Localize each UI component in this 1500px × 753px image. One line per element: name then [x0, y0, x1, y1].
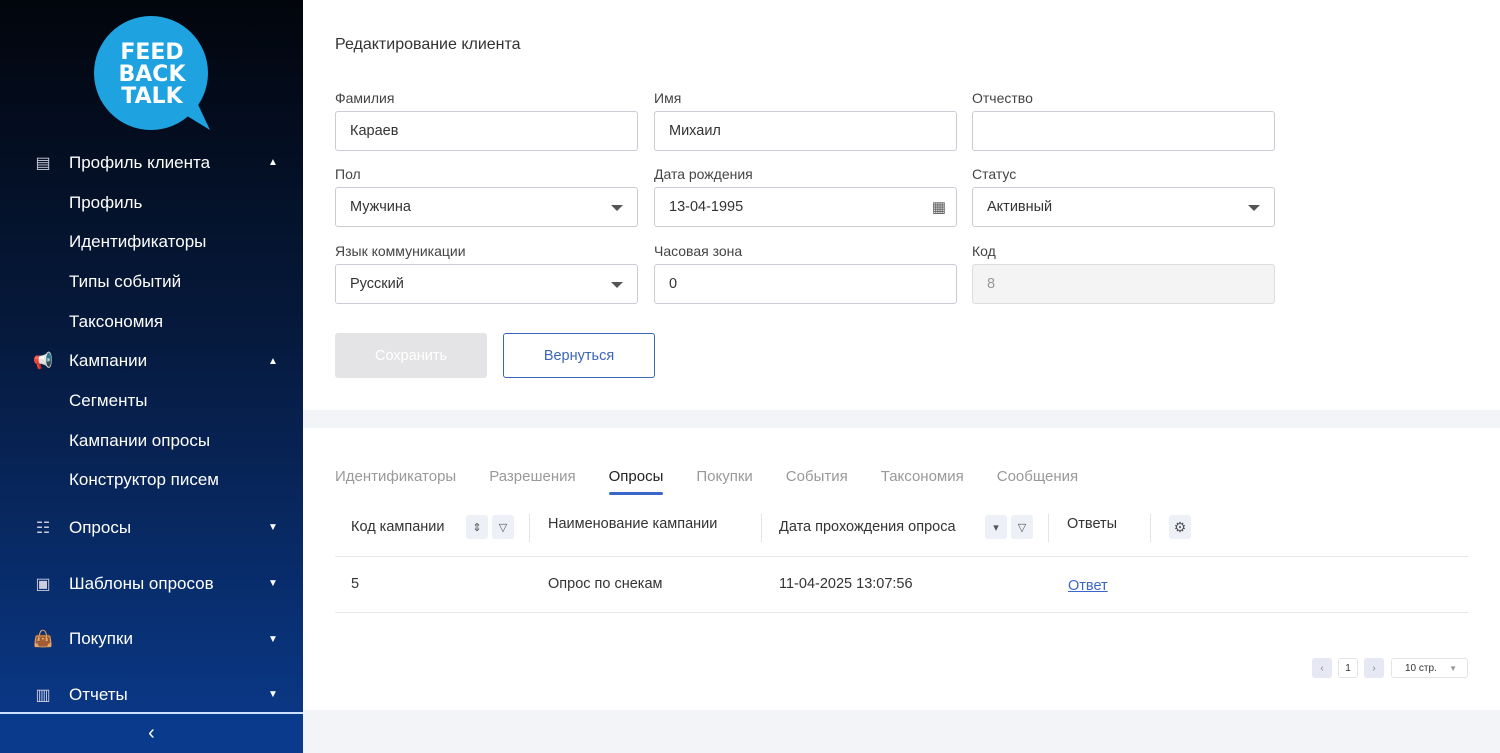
tab-taxonomy[interactable]: Таксономия [881, 468, 964, 495]
tabs: Идентификаторы Разрешения Опросы Покупки… [335, 468, 1078, 495]
sidebar-item[interactable]: Типы событий [0, 262, 303, 302]
caret-down-icon: ▼ [268, 689, 278, 700]
sidebar-item[interactable]: ▤ Профиль клиента ▲ [0, 143, 303, 183]
sidebar-item-label: Покупки [69, 629, 133, 649]
sidebar-item[interactable]: Идентификаторы [0, 222, 303, 262]
calendar-icon[interactable]: ▦ [932, 198, 946, 216]
sort-desc-icon[interactable]: ▾ [985, 515, 1007, 539]
last-name-input[interactable]: Караев [335, 111, 638, 151]
save-button[interactable]: Сохранить [335, 333, 487, 378]
sidebar-item[interactable]: 👜 Покупки ▼ [0, 611, 303, 667]
header-campaign-code: Код кампании [351, 519, 445, 535]
chevron-down-icon: ▼ [1449, 664, 1457, 673]
timezone-input[interactable]: 0 [654, 264, 957, 304]
sidebar-item-label: Профиль [69, 193, 142, 213]
survey-icon: ☷ [33, 518, 53, 538]
sidebar-item[interactable]: Конструктор писем [0, 461, 303, 501]
client-details-card: Идентификаторы Разрешения Опросы Покупки… [303, 428, 1500, 710]
middle-name-field: Отчество [972, 90, 1275, 151]
sidebar-item-label: Кампании [69, 351, 147, 371]
dropdown-arrow-icon [611, 205, 623, 211]
sidebar-item-label: Сегменты [69, 391, 147, 411]
sidebar-item[interactable]: ☷ Опросы ▼ [0, 500, 303, 556]
birth-date-field: Дата рождения13-04-1995▦ [654, 166, 957, 227]
tab-permissions[interactable]: Разрешения [489, 468, 575, 495]
collapse-sidebar-button[interactable]: ‹ [0, 712, 303, 753]
header-answers: Ответы [1067, 516, 1117, 532]
chart-icon: ▥ [33, 685, 53, 705]
dropdown-arrow-icon [1248, 205, 1260, 211]
status-field: СтатусАктивный [972, 166, 1275, 227]
sidebar-nav: ▤ Профиль клиента ▲ Профиль Идентификаторы Ти… [0, 143, 303, 723]
tab-identifiers[interactable]: Идентификаторы [335, 468, 456, 495]
sidebar-item-label: Отчеты [69, 685, 128, 705]
sidebar-item-label: Кампании опросы [69, 431, 210, 451]
settings-gear-icon[interactable]: ⚙ [1169, 515, 1191, 539]
prev-page-button[interactable]: ‹ [1312, 658, 1332, 678]
sidebar-item-label: Шаблоны опросов [69, 574, 214, 594]
chevron-left-icon: ‹ [148, 722, 155, 745]
edit-client-card: Редактирование клиента ФамилияКараев Имя… [303, 0, 1500, 410]
language-select[interactable]: Русский [335, 264, 638, 304]
gender-select[interactable]: Мужчина [335, 187, 638, 227]
profile-icon: ▤ [33, 153, 53, 173]
first-name-field: ИмяМихаил [654, 90, 957, 151]
tab-purchases[interactable]: Покупки [696, 468, 752, 495]
cell-date: 11-04-2025 13:07:56 [779, 576, 913, 592]
status-select[interactable]: Активный [972, 187, 1275, 227]
bag-icon: 👜 [33, 629, 53, 649]
sidebar-item[interactable]: Таксономия [0, 302, 303, 342]
caret-down-icon: ▼ [268, 578, 278, 589]
birth-date-input[interactable]: 13-04-1995▦ [654, 187, 957, 227]
code-field: Код8 [972, 243, 1275, 304]
sidebar-item-label: Идентификаторы [69, 232, 206, 252]
sidebar-item[interactable]: Кампании опросы [0, 421, 303, 461]
back-button[interactable]: Вернуться [503, 333, 655, 378]
sidebar-item-label: Профиль клиента [69, 153, 210, 173]
code-input: 8 [972, 264, 1275, 304]
sidebar-item[interactable]: 📢 Кампании ▲ [0, 341, 303, 381]
feedbacktalk-logo[interactable]: FEED BACK TALK [94, 16, 210, 132]
sidebar-item-label: Опросы [69, 518, 131, 538]
page-title: Редактирование клиента [335, 36, 521, 54]
sidebar-item-label: Таксономия [69, 312, 163, 332]
sidebar-item-label: Конструктор писем [69, 470, 219, 490]
last-name-field: ФамилияКараев [335, 90, 638, 151]
page-1-button[interactable]: 1 [1338, 658, 1358, 678]
tab-surveys[interactable]: Опросы [609, 468, 664, 495]
cell-name: Опрос по снекам [548, 576, 663, 592]
caret-down-icon: ▼ [268, 634, 278, 645]
tab-messages[interactable]: Сообщения [997, 468, 1078, 495]
header-campaign-name: Наименование кампании [548, 516, 717, 532]
sidebar: FEED BACK TALK ▤ Профиль клиента ▲ Профиль И… [0, 0, 303, 753]
first-name-input[interactable]: Михаил [654, 111, 957, 151]
gender-field: ПолМужчина [335, 166, 638, 227]
caret-up-icon: ▲ [268, 356, 278, 367]
answer-link[interactable]: Ответ [1068, 578, 1108, 594]
caret-down-icon: ▼ [268, 522, 278, 533]
header-survey-date: Дата прохождения опроса [779, 519, 956, 535]
timezone-field: Часовая зона0 [654, 243, 957, 304]
filter-icon[interactable]: ▽ [1011, 515, 1033, 539]
sidebar-item[interactable]: Сегменты [0, 381, 303, 421]
sidebar-item[interactable]: ▣ Шаблоны опросов ▼ [0, 556, 303, 612]
template-icon: ▣ [33, 574, 53, 594]
sidebar-item[interactable]: Профиль [0, 183, 303, 223]
next-page-button[interactable]: › [1364, 658, 1384, 678]
sort-icon[interactable]: ⇕ [466, 515, 488, 539]
language-field: Язык коммуникацииРусский [335, 243, 638, 304]
svg-text:TALK: TALK [121, 84, 183, 109]
tab-events[interactable]: События [786, 468, 848, 495]
caret-up-icon: ▲ [268, 157, 278, 168]
sidebar-item-label: Типы событий [69, 272, 181, 292]
dropdown-arrow-icon [611, 282, 623, 288]
megaphone-icon: 📢 [33, 351, 53, 371]
middle-name-input[interactable] [972, 111, 1275, 151]
page-size-select[interactable]: 10 стр.▼ [1391, 658, 1468, 678]
filter-icon[interactable]: ▽ [492, 515, 514, 539]
cell-code: 5 [351, 576, 359, 592]
